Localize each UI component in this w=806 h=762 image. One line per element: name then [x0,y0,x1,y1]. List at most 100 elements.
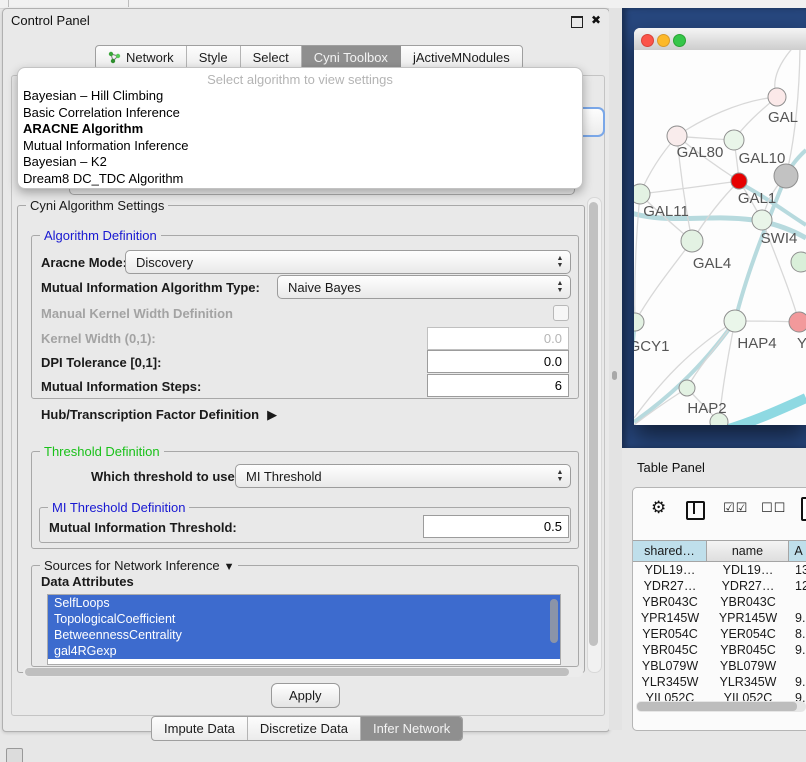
settings-vertical-scrollbar[interactable] [587,197,602,673]
hub-definition-expander[interactable]: Hub/Transcription Factor Definition▶ [41,407,277,423]
tab-impute-data[interactable]: Impute Data [152,717,248,740]
node-label: GAL11 [643,203,689,220]
network-node-gcy1[interactable] [634,313,644,331]
network-view-window: GALGAL80GAL10GAL1GAL11SWI4GAL4GCY1HAP4YH… [634,28,806,425]
network-node-hap2[interactable] [679,380,695,396]
tab-cyni-toolbox[interactable]: Cyni Toolbox [302,46,401,69]
table-row[interactable]: YBR043CYBR043C [633,594,806,610]
network-node-gal1[interactable] [731,173,747,189]
kernel-width-field[interactable]: 0.0 [427,327,569,350]
network-node-gal[interactable] [768,88,786,106]
node-label: GAL4 [693,255,731,272]
zoom-traffic-light-icon[interactable] [673,34,686,47]
table-cell: YBR043C [633,594,707,610]
screen: Control Panel ✖ NetworkStyleSelectCyni T… [0,0,806,762]
network-node-gal11[interactable] [634,184,650,204]
table-panel-region: Table Panel ⚙ ☑☑ ☐☐ shared…nameA YDL19…Y… [622,448,806,762]
network-node-gal80[interactable] [667,126,687,146]
splitter-handle-icon[interactable] [612,371,617,380]
node-label: HAP2 [687,400,726,417]
kernel-width-value: 0.0 [544,331,562,346]
table-cell: YBL079W [707,658,789,674]
which-threshold-combo[interactable]: MI Threshold ▲▼ [235,464,571,488]
network-node-gal4[interactable] [681,230,703,252]
tab-label: jActiveMNodules [413,50,510,65]
attribute-item-selected[interactable]: TopologicalCoefficient [48,611,560,627]
collapse-down-arrow-icon: ▼ [224,561,235,573]
data-attributes-list[interactable]: SelfLoopsTopologicalCoefficientBetweenne… [47,594,561,665]
mi-threshold-value: 0.5 [544,519,562,534]
mi-threshold-field[interactable]: 0.5 [423,515,569,538]
node-label: GAL10 [739,150,786,167]
table-row[interactable]: YDR27…YDR27…12 [633,578,806,594]
tab-network[interactable]: Network [96,46,187,69]
table-panel-title: Table Panel [637,460,705,475]
network-node[interactable] [774,164,798,188]
sources-title-expander[interactable]: Sources for Network Inference▼ [40,558,238,573]
control-panel-window: Control Panel ✖ NetworkStyleSelectCyni T… [2,8,610,732]
column-header[interactable]: name [707,540,789,562]
algorithm-option[interactable]: Basic Correlation Inference [18,105,582,122]
table-cell: YLR345W [707,674,789,690]
panel-splitter[interactable] [609,8,622,730]
algorithm-option[interactable]: Bayesian – K2 [18,154,582,171]
deselect-all-checkboxes-icon[interactable]: ☐☐ [761,500,786,516]
table-row[interactable]: YLR345WYLR345W9. [633,674,806,690]
tab-label: Style [199,50,228,65]
tab-select[interactable]: Select [241,46,302,69]
mi-type-combo[interactable]: Naive Bayes ▲▼ [277,275,571,299]
close-traffic-light-icon[interactable] [641,34,654,47]
list-scrollbar[interactable] [550,599,558,643]
attribute-item-selected[interactable]: BetweennessCentrality [48,627,560,643]
attribute-item-selected[interactable]: SelfLoops [48,595,560,611]
aracne-mode-value: Discovery [126,255,552,270]
tab-discretize-data[interactable]: Discretize Data [248,717,361,740]
network-node-hap4[interactable] [724,310,746,332]
dropdown-placeholder: Select algorithm to view settings [18,71,582,88]
float-window-icon[interactable] [571,16,583,28]
algorithm-option[interactable]: ARACNE Algorithm [18,121,582,138]
tab-jactivemnodules[interactable]: jActiveMNodules [401,46,522,69]
dpi-tolerance-value: 0.0 [544,354,562,369]
dropdown-items: Bayesian – Hill ClimbingBasic Correlatio… [18,88,582,187]
close-icon[interactable]: ✖ [591,13,601,27]
table-row[interactable]: YER054CYER054C8. [633,626,806,642]
network-node-y[interactable] [789,312,806,332]
algorithm-option[interactable]: Bayesian – Hill Climbing [18,88,582,105]
network-node-swi4[interactable] [752,210,772,230]
table-row[interactable]: YPR145WYPR145W9. [633,610,806,626]
aracne-mode-combo[interactable]: Discovery ▲▼ [125,250,571,274]
algorithm-option[interactable]: Mutual Information Inference [18,138,582,155]
column-header[interactable]: shared… [633,540,707,562]
tab-style[interactable]: Style [187,46,241,69]
split-pane-icon[interactable] [686,501,705,520]
table-row[interactable]: YDL19…YDL19…13 [633,562,806,578]
node-label: Y [797,335,806,352]
dpi-tolerance-field[interactable]: 0.0 [427,350,569,373]
attribute-item-selected[interactable]: gal4RGexp [48,643,560,659]
algorithm-definition-title: Algorithm Definition [40,228,161,243]
mi-steps-field[interactable]: 6 [427,374,569,397]
column-header[interactable]: A [789,540,806,562]
network-node[interactable] [791,252,806,272]
minimize-traffic-light-icon[interactable] [657,34,670,47]
corner-widget-icon[interactable] [6,748,23,762]
manual-kernel-checkbox[interactable] [553,305,569,321]
table-cell: YDR27… [707,578,789,594]
gear-icon[interactable]: ⚙ [651,498,666,518]
tab-label: Select [253,50,289,65]
algorithm-option[interactable]: Dream8 DC_TDC Algorithm [18,171,582,188]
apply-button[interactable]: Apply [271,683,340,708]
select-all-checkboxes-icon[interactable]: ☑☑ [723,500,748,516]
table-row[interactable]: YBL079WYBL079W [633,658,806,674]
table-cell: YER054C [707,626,789,642]
document-icon[interactable] [801,497,806,521]
network-node-gal10[interactable] [724,130,744,150]
tab-infer-network[interactable]: Infer Network [361,717,462,740]
table-cell: 9. [789,642,806,658]
network-canvas[interactable]: GALGAL80GAL10GAL1GAL11SWI4GAL4GCY1HAP4YH… [634,50,806,425]
table-row[interactable]: YBR045CYBR045C9. [633,642,806,658]
settings-horizontal-scrollbar[interactable] [23,667,583,677]
table-horizontal-scrollbar[interactable] [636,701,806,712]
table-cell: YBR045C [633,642,707,658]
